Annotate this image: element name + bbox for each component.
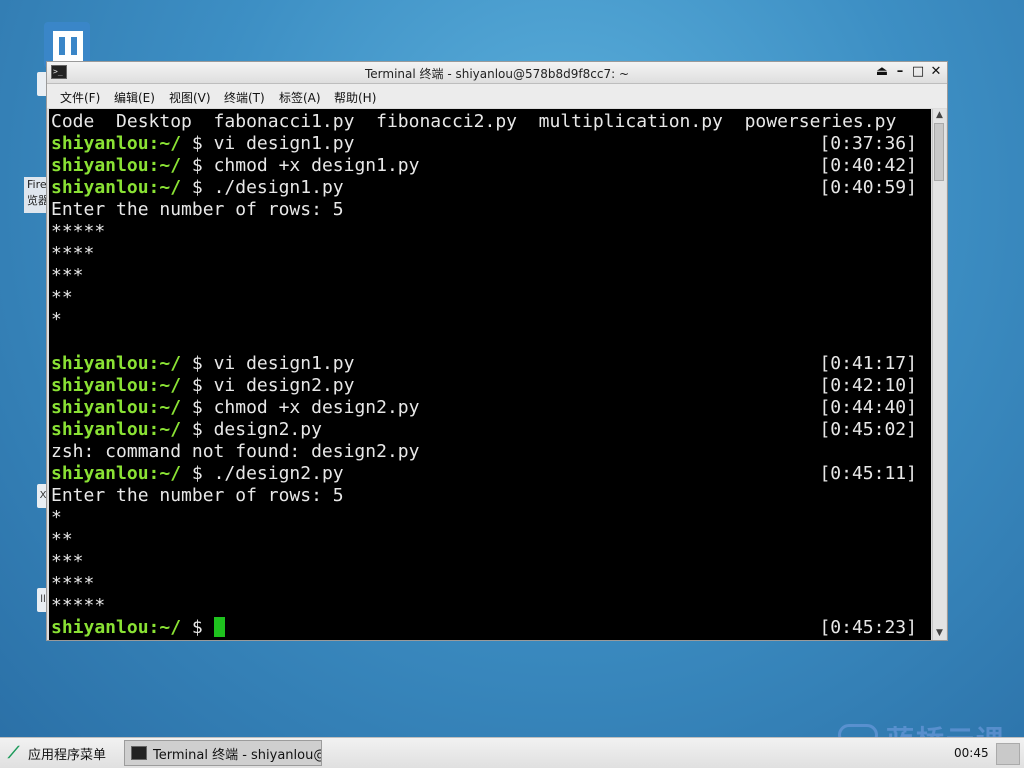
scroll-down-icon[interactable]: ▼ [933, 627, 946, 640]
menu-edit[interactable]: 编辑(E) [114, 89, 155, 106]
terminal-output-line: ** [51, 287, 73, 308]
prompt-path: :~/ [148, 177, 182, 198]
prompt-timestamp: [0:45:02] [819, 419, 917, 440]
prompt-command: $ [181, 617, 214, 638]
taskbar-terminal-label: Terminal 终端 - shiyanlou@… [153, 747, 322, 763]
prompt-user: shiyanlou [51, 397, 149, 418]
terminal-output-line: Code Desktop fabonacci1.py fibonacci2.py… [51, 111, 897, 132]
prompt-command: $ vi design1.py [181, 133, 355, 154]
terminal-icon [131, 746, 147, 760]
terminal-window: >_ Terminal 终端 - shiyanlou@578b8d9f8cc7:… [46, 61, 948, 641]
app-menu-button[interactable]: ⟋ 应用程序菜单 [8, 743, 106, 763]
terminal-prompt-line: shiyanlou:~/ $ ./design2.py [0:45:11] [51, 463, 929, 485]
terminal-output[interactable]: Code Desktop fabonacci1.py fibonacci2.py… [49, 109, 931, 640]
terminal-cursor [213, 617, 225, 637]
prompt-command: $ design2.py [181, 419, 322, 440]
prompt-timestamp: [0:37:36] [819, 133, 917, 154]
prompt-command: $ ./design1.py [181, 177, 344, 198]
prompt-timestamp: [0:44:40] [819, 397, 917, 418]
prompt-user: shiyanlou [51, 419, 149, 440]
terminal-output-line: **** [51, 573, 95, 594]
terminal-prompt-line: shiyanlou:~/ $ vi design1.py [0:37:36] [51, 133, 929, 155]
prompt-path: :~/ [148, 133, 182, 154]
prompt-path: :~/ [148, 375, 182, 396]
terminal-output-line: * [51, 309, 62, 330]
terminal-output-line: **** [51, 243, 95, 264]
menu-view[interactable]: 视图(V) [169, 89, 211, 106]
close-button[interactable]: ✕ [929, 64, 943, 80]
menu-terminal[interactable]: 终端(T) [224, 89, 265, 106]
prompt-user: shiyanlou [51, 617, 149, 638]
app-menu-label: 应用程序菜单 [28, 747, 107, 763]
terminal-output-line: ***** [51, 595, 106, 616]
taskbar-terminal-button[interactable]: Terminal 终端 - shiyanlou@… [124, 740, 322, 766]
prompt-command: $ vi design1.py [181, 353, 355, 374]
prompt-user: shiyanlou [51, 177, 149, 198]
prompt-timestamp: [0:41:17] [819, 353, 917, 374]
terminal-prompt-line: shiyanlou:~/ $ design2.py [0:45:02] [51, 419, 929, 441]
prompt-user: shiyanlou [51, 375, 149, 396]
prompt-user: shiyanlou [51, 133, 149, 154]
terminal-prompt-line: shiyanlou:~/ $ vi design1.py [0:41:17] [51, 353, 929, 375]
terminal-prompt-line: shiyanlou:~/ $ chmod +x design2.py [0:44:… [51, 397, 929, 419]
terminal-prompt-line: shiyanlou:~/ $ vi design2.py [0:42:10] [51, 375, 929, 397]
prompt-path: :~/ [148, 155, 182, 176]
terminal-output-line: Enter the number of rows: 5 [51, 199, 344, 220]
terminal-output-line: zsh: command not found: design2.py [51, 441, 420, 462]
prompt-path: :~/ [148, 617, 182, 638]
terminal-scrollbar[interactable]: ▲ ▼ [932, 109, 946, 640]
prompt-timestamp: [0:45:23] [819, 617, 917, 638]
terminal-output-line: ** [51, 529, 73, 550]
menu-help[interactable]: 帮助(H) [334, 89, 376, 106]
shade-button[interactable]: ⏏ [875, 64, 889, 80]
prompt-user: shiyanlou [51, 353, 149, 374]
menubar: 文件(F) 编辑(E) 视图(V) 终端(T) 标签(A) 帮助(H) [47, 84, 947, 108]
terminal-output-line: * [51, 507, 62, 528]
window-controls: ⏏ – □ ✕ [875, 64, 943, 80]
prompt-user: shiyanlou [51, 463, 149, 484]
leaf-icon: ⟋ [8, 743, 20, 762]
window-titlebar[interactable]: >_ Terminal 终端 - shiyanlou@578b8d9f8cc7:… [47, 62, 947, 84]
minimize-button[interactable]: – [893, 64, 907, 80]
taskbar: ⟋ 应用程序菜单 Terminal 终端 - shiyanlou@… 00:45 [0, 737, 1024, 768]
maximize-button[interactable]: □ [911, 64, 925, 80]
window-title: Terminal 终端 - shiyanlou@578b8d9f8cc7: ~ [364, 67, 630, 81]
prompt-timestamp: [0:40:59] [819, 177, 917, 198]
prompt-path: :~/ [148, 463, 182, 484]
prompt-timestamp: [0:40:42] [819, 155, 917, 176]
prompt-command: $ vi design2.py [181, 375, 355, 396]
prompt-command: $ ./design2.py [181, 463, 344, 484]
scroll-thumb[interactable] [934, 123, 944, 181]
menu-file[interactable]: 文件(F) [60, 89, 100, 106]
clock[interactable]: 00:45 [954, 746, 989, 760]
terminal-output-line: Enter the number of rows: 5 [51, 485, 344, 506]
terminal-prompt-line: shiyanlou:~/ $ ./design1.py [0:40:59] [51, 177, 929, 199]
terminal-active-prompt: shiyanlou:~/ $ [0:45:23] [51, 617, 929, 639]
prompt-command: $ chmod +x design1.py [181, 155, 420, 176]
prompt-path: :~/ [148, 419, 182, 440]
prompt-path: :~/ [148, 397, 182, 418]
prompt-timestamp: [0:42:10] [819, 375, 917, 396]
prompt-command: $ chmod +x design2.py [181, 397, 420, 418]
scroll-up-icon[interactable]: ▲ [933, 109, 946, 122]
terminal-output-line: *** [51, 551, 84, 572]
terminal-prompt-line: shiyanlou:~/ $ chmod +x design1.py [0:40:… [51, 155, 929, 177]
prompt-timestamp: [0:45:11] [819, 463, 917, 484]
terminal-output-line: ***** [51, 221, 106, 242]
terminal-output-line: *** [51, 265, 84, 286]
prompt-user: shiyanlou [51, 155, 149, 176]
prompt-path: :~/ [148, 353, 182, 374]
menu-tabs[interactable]: 标签(A) [279, 89, 321, 106]
stub-2-text: ll [40, 594, 46, 605]
tray-desktop-icon[interactable] [996, 743, 1020, 765]
